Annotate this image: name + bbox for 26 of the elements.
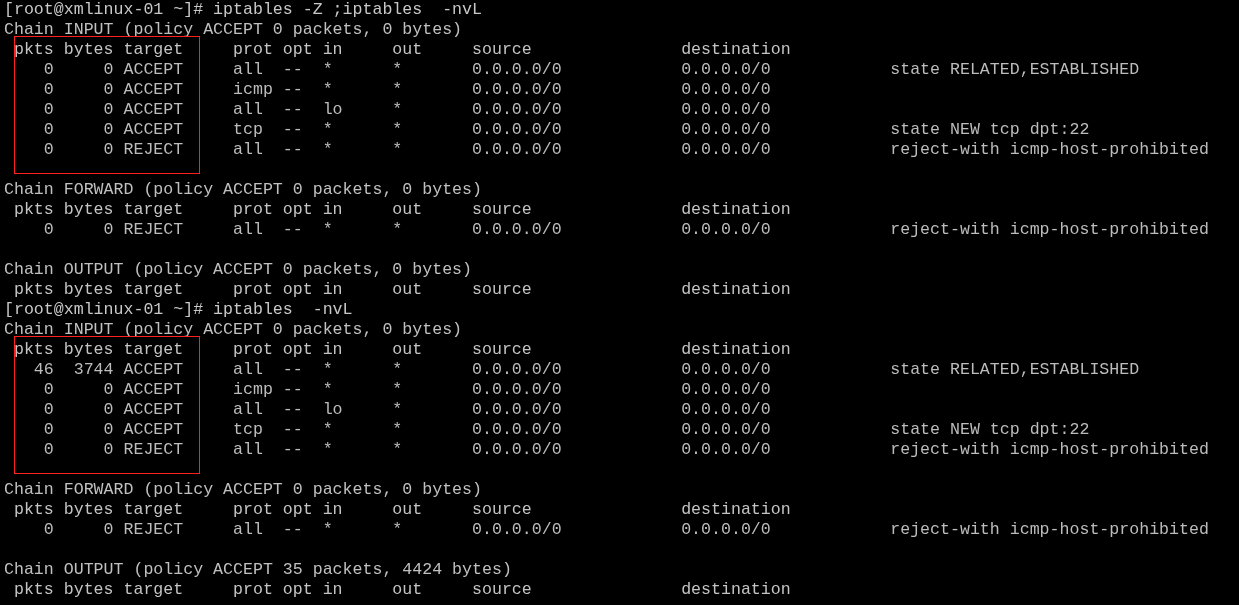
chain-heading: Chain FORWARD (policy ACCEPT 0 packets, 0 bytes) (4, 180, 482, 199)
chain-heading: Chain INPUT (policy ACCEPT 0 packets, 0 bytes) (4, 20, 463, 39)
rule-line: 0 0 REJECT all -- * * 0.0.0.0/0 0.0.0.0/0 reject-with icmp-host-prohibited (42, 220, 1209, 239)
rule-line: 0 0 ACCEPT icmp -- * * 0.0.0.0/0 0.0.0.0/0 (42, 380, 771, 399)
column-header-line: pkts bytes target prot opt in out source destination (12, 580, 791, 599)
column-header-line: pkts bytes target prot opt in out source destination (12, 280, 791, 299)
rule-line: 0 0 ACCEPT all -- lo * 0.0.0.0/0 0.0.0.0/0 (42, 100, 771, 119)
rule-line: 46 3744 ACCEPT all -- * * 0.0.0.0/0 0.0.0.0/0 state RELATED,ESTABLISHED (32, 360, 1140, 379)
rule-line: 0 0 ACCEPT tcp -- * * 0.0.0.0/0 0.0.0.0/0 state NEW tcp dpt:22 (42, 420, 1090, 439)
column-header-line: pkts bytes target prot opt in out source destination (12, 500, 791, 519)
rule-line: 0 0 ACCEPT icmp -- * * 0.0.0.0/0 0.0.0.0/0 (42, 80, 771, 99)
chain-heading: Chain FORWARD (policy ACCEPT 0 packets, 0 bytes) (4, 480, 482, 499)
command-line: [root@xmlinux-01 ~]# iptables -nvL (4, 300, 353, 319)
command-line: [root@xmlinux-01 ~]# iptables -Z ;iptables -nvL (4, 0, 482, 19)
chain-heading: Chain OUTPUT (policy ACCEPT 0 packets, 0 bytes) (4, 260, 473, 279)
chain-heading: Chain INPUT (policy ACCEPT 0 packets, 0 bytes) (4, 320, 463, 339)
rule-line: 0 0 REJECT all -- * * 0.0.0.0/0 0.0.0.0/0 reject-with icmp-host-prohibited (42, 140, 1209, 159)
column-header-line: pkts bytes target prot opt in out source destination (12, 340, 791, 359)
rule-line: 0 0 ACCEPT all -- lo * 0.0.0.0/0 0.0.0.0/0 (42, 400, 771, 419)
rule-line: 0 0 ACCEPT tcp -- * * 0.0.0.0/0 0.0.0.0/0 state NEW tcp dpt:22 (42, 120, 1090, 139)
chain-heading: Chain OUTPUT (policy ACCEPT 35 packets, 4424 bytes) (4, 560, 512, 579)
column-header-line: pkts bytes target prot opt in out source destination (12, 40, 791, 59)
rule-line: 0 0 REJECT all -- * * 0.0.0.0/0 0.0.0.0/0 reject-with icmp-host-prohibited (42, 440, 1209, 459)
rule-line: 0 0 REJECT all -- * * 0.0.0.0/0 0.0.0.0/0 reject-with icmp-host-prohibited (42, 520, 1209, 539)
column-header-line: pkts bytes target prot opt in out source destination (12, 200, 791, 219)
rule-line: 0 0 ACCEPT all -- * * 0.0.0.0/0 0.0.0.0/0 state RELATED,ESTABLISHED (42, 60, 1140, 79)
